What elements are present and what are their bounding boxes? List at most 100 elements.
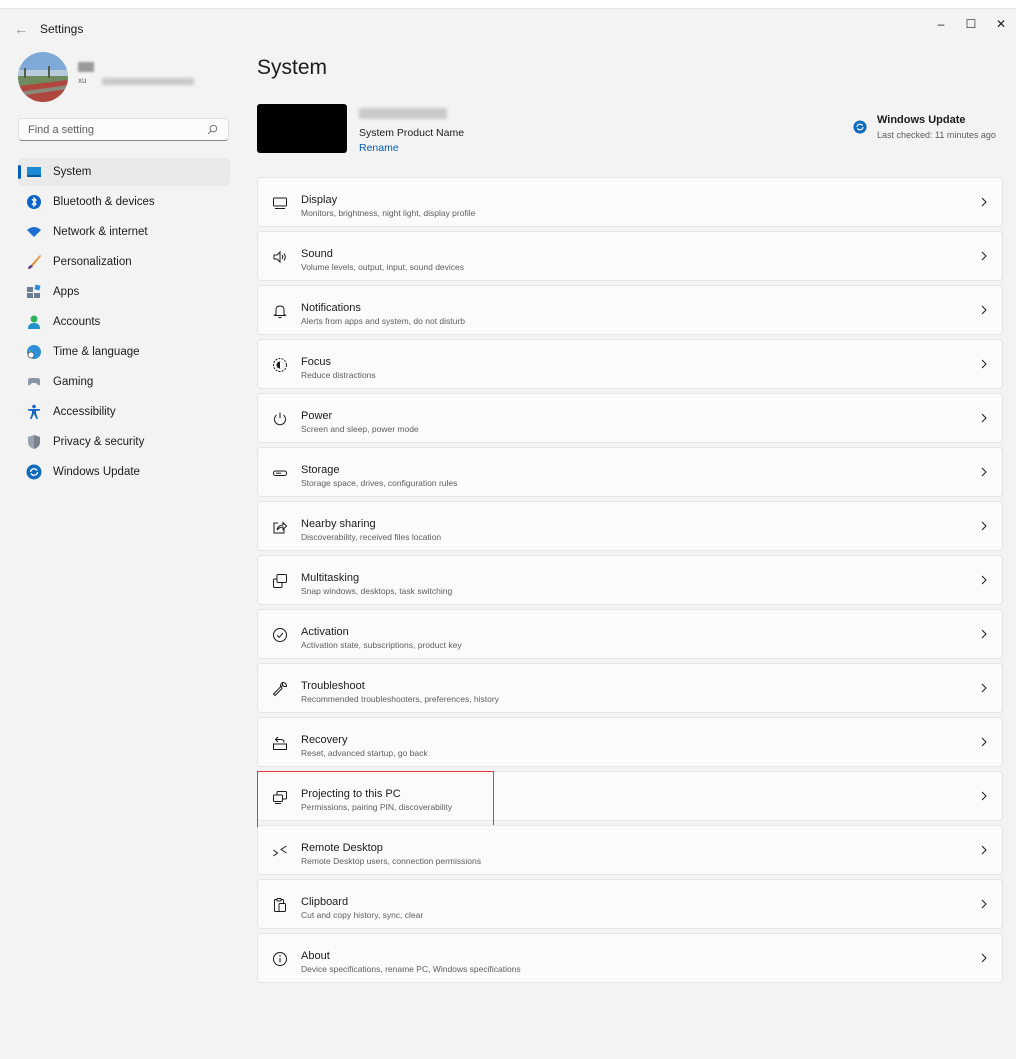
profile-name-redacted xyxy=(78,62,94,72)
chevron-right-icon xyxy=(981,845,987,855)
multitasking-icon xyxy=(273,574,287,588)
device-model: System Product Name xyxy=(359,127,465,139)
chevron-right-icon xyxy=(981,359,987,369)
windows-update-status[interactable]: Windows Update Last checked: 11 minutes … xyxy=(853,114,1003,146)
sidebar-item-time-language[interactable]: Time & language xyxy=(18,338,230,366)
apps-icon xyxy=(26,284,42,300)
sidebar-item-label: Accessibility xyxy=(53,406,116,418)
chevron-right-icon xyxy=(981,737,987,747)
monitor-icon xyxy=(273,197,287,209)
chevron-right-icon xyxy=(981,575,987,585)
sidebar-item-label: Time & language xyxy=(53,346,140,358)
sidebar-item-label: Network & internet xyxy=(53,226,148,238)
card-description: Discoverability, received files location xyxy=(301,532,442,542)
rename-link[interactable]: Rename xyxy=(359,142,399,154)
sidebar-item-bluetooth[interactable]: Bluetooth & devices xyxy=(18,188,230,216)
sidebar-item-accessibility[interactable]: Accessibility xyxy=(18,398,230,426)
top-edge xyxy=(0,0,1016,9)
globe-clock-icon xyxy=(26,344,42,360)
chevron-right-icon xyxy=(981,629,987,639)
accessibility-icon xyxy=(26,404,42,420)
shield-icon xyxy=(26,434,42,450)
settings-card-focus[interactable]: Focus Reduce distractions xyxy=(257,339,1003,389)
settings-card-power[interactable]: Power Screen and sleep, power mode xyxy=(257,393,1003,443)
settings-card-notifications[interactable]: Notifications Alerts from apps and syste… xyxy=(257,285,1003,335)
chevron-right-icon xyxy=(981,251,987,261)
card-description: Device specifications, rename PC, Window… xyxy=(301,964,521,974)
settings-card-storage[interactable]: Storage Storage space, drives, configura… xyxy=(257,447,1003,497)
card-title: Troubleshoot xyxy=(301,680,365,692)
sidebar-item-privacy[interactable]: Privacy & security xyxy=(18,428,230,456)
page-title: System xyxy=(257,56,328,79)
sidebar-item-system[interactable]: System xyxy=(18,158,230,186)
bluetooth-icon xyxy=(26,194,42,210)
card-description: Reduce distractions xyxy=(301,370,376,380)
windows-update-title: Windows Update xyxy=(877,114,966,126)
settings-card-display[interactable]: Display Monitors, brightness, night ligh… xyxy=(257,177,1003,227)
card-title: Notifications xyxy=(301,302,361,314)
sidebar-item-label: System xyxy=(53,166,92,178)
sidebar-item-apps[interactable]: Apps xyxy=(18,278,230,306)
update-icon xyxy=(853,120,867,134)
sidebar-item-gaming[interactable]: Gaming xyxy=(18,368,230,396)
sidebar-item-label: Bluetooth & devices xyxy=(53,196,155,208)
profile-email-redacted xyxy=(102,78,194,85)
sidebar-item-personalization[interactable]: Personalization xyxy=(18,248,230,276)
speaker-icon xyxy=(273,250,286,264)
bell-icon xyxy=(273,305,287,319)
back-button[interactable]: ← xyxy=(6,14,36,44)
settings-card-projecting[interactable]: Projecting to this PC Permissions, pairi… xyxy=(257,771,1003,828)
settings-card-clipboard[interactable]: Clipboard Cut and copy history, sync, cl… xyxy=(257,879,1003,929)
title-bar: ← Settings – ☐ ✕ xyxy=(0,10,1016,48)
avatar-photo xyxy=(18,52,68,102)
sidebar-item-label: Accounts xyxy=(53,316,101,328)
settings-card-recovery[interactable]: Recovery Reset, advanced startup, go bac… xyxy=(257,717,1003,767)
user-profile[interactable]: xu xyxy=(18,52,238,102)
card-title: Storage xyxy=(301,464,340,476)
settings-list: Display Monitors, brightness, night ligh… xyxy=(257,177,1003,987)
focus-icon xyxy=(273,358,287,372)
card-description: Remote Desktop users, connection permiss… xyxy=(301,856,481,866)
sidebar-item-label: Privacy & security xyxy=(53,436,145,448)
card-title: Projecting to this PC xyxy=(301,788,401,800)
sidebar-item-network[interactable]: Network & internet xyxy=(18,218,230,246)
brush-icon xyxy=(26,254,42,270)
card-description: Screen and sleep, power mode xyxy=(301,424,419,434)
settings-card-troubleshoot[interactable]: Troubleshoot Recommended troubleshooters… xyxy=(257,663,1003,713)
card-title: Power xyxy=(301,410,333,422)
settings-card-nearby-sharing[interactable]: Nearby sharing Discoverability, received… xyxy=(257,501,1003,551)
card-description: Storage space, drives, configuration rul… xyxy=(301,478,458,488)
chevron-right-icon xyxy=(981,305,987,315)
device-name-redacted xyxy=(359,108,447,119)
chevron-right-icon xyxy=(981,197,987,207)
settings-card-multitasking[interactable]: Multitasking Snap windows, desktops, tas… xyxy=(257,555,1003,605)
card-description: Activation state, subscriptions, product… xyxy=(301,640,462,650)
wrench-icon xyxy=(272,681,288,697)
remote-desktop-icon xyxy=(273,845,287,857)
card-title: Display xyxy=(301,194,338,206)
system-icon xyxy=(26,164,42,180)
sidebar-item-accounts[interactable]: Accounts xyxy=(18,308,230,336)
settings-card-remote-desktop[interactable]: Remote Desktop Remote Desktop users, con… xyxy=(257,825,1003,875)
card-title: Multitasking xyxy=(301,572,360,584)
card-title: Activation xyxy=(301,626,349,638)
info-icon xyxy=(273,952,287,966)
share-icon xyxy=(273,521,288,534)
settings-card-activation[interactable]: Activation Activation state, subscriptio… xyxy=(257,609,1003,659)
card-title: Recovery xyxy=(301,734,348,746)
sidebar-item-windows-update[interactable]: Windows Update xyxy=(18,458,230,486)
minimize-icon: – xyxy=(937,17,945,31)
close-button[interactable]: ✕ xyxy=(986,10,1016,38)
chevron-right-icon xyxy=(981,953,987,963)
minimize-button[interactable]: – xyxy=(926,10,956,38)
maximize-button[interactable]: ☐ xyxy=(956,10,986,38)
search-icon[interactable] xyxy=(207,124,218,135)
settings-card-sound[interactable]: Sound Volume levels, output, input, soun… xyxy=(257,231,1003,281)
maximize-icon: ☐ xyxy=(965,17,977,31)
chevron-right-icon xyxy=(981,683,987,693)
chevron-right-icon xyxy=(981,521,987,531)
app-title: Settings xyxy=(40,22,84,36)
search-input[interactable] xyxy=(19,123,199,136)
settings-card-about[interactable]: About Device specifications, rename PC, … xyxy=(257,933,1003,983)
person-icon xyxy=(26,314,42,330)
